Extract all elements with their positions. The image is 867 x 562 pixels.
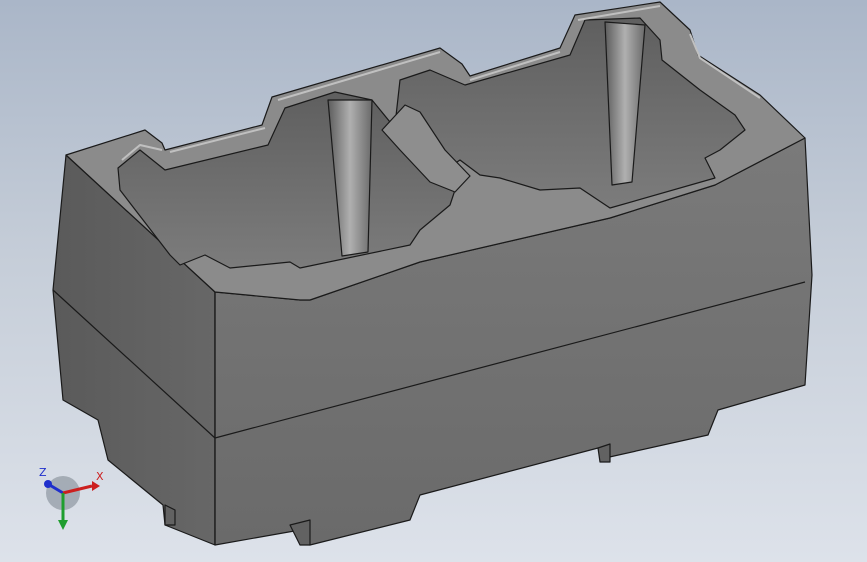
orientation-triad[interactable]: Z X [30, 458, 110, 538]
y-axis-arrow [58, 520, 68, 530]
z-axis-tip [44, 480, 52, 488]
block-model-3d[interactable] [0, 0, 867, 562]
graphics-viewport[interactable]: Z X [0, 0, 867, 562]
x-axis-label: X [96, 470, 104, 483]
z-axis-label: Z [39, 466, 47, 479]
